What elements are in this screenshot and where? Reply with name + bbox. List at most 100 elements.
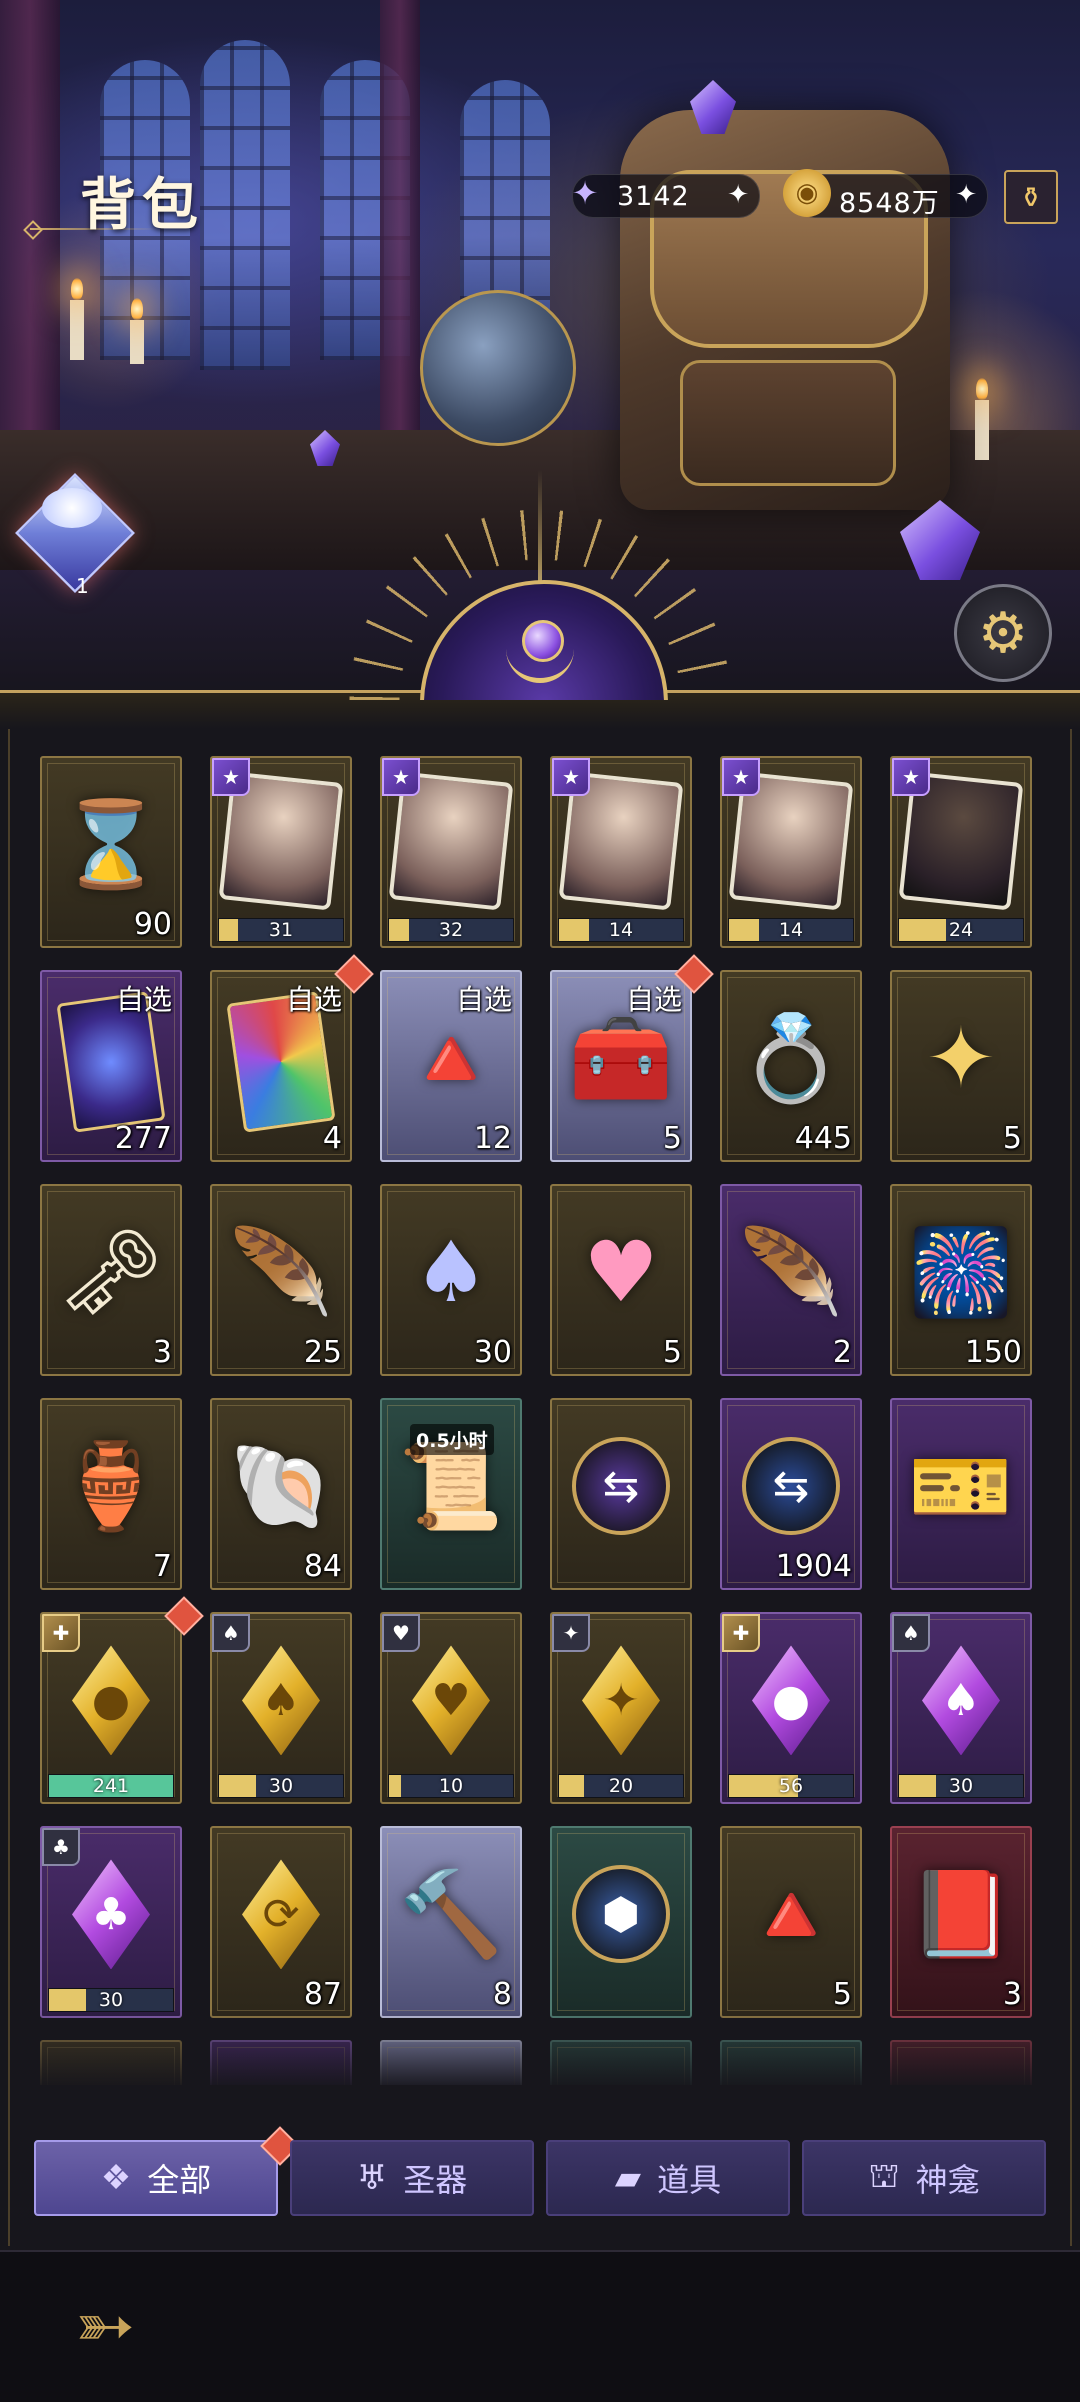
- fragment-count: 32: [438, 919, 464, 941]
- inventory-item[interactable]: ⇆: [550, 1398, 692, 1590]
- item-type-badge-icon: ★: [722, 758, 760, 796]
- inventory-item[interactable]: ★ 24: [890, 756, 1032, 948]
- item-art-icon: 🎫: [908, 1437, 1014, 1536]
- item-art-icon: ♥: [583, 1223, 659, 1322]
- inventory-item[interactable]: [720, 2040, 862, 2085]
- item-type-badge-icon: ♥: [382, 1614, 420, 1652]
- inventory-item[interactable]: [40, 2040, 182, 2085]
- tab-artifacts[interactable]: ♅ 圣器: [290, 2140, 534, 2216]
- inventory-item[interactable]: ★ 14: [550, 756, 692, 948]
- page-title: 背包: [80, 172, 204, 238]
- inventory-item[interactable]: 自选 4: [210, 970, 352, 1162]
- inventory-item[interactable]: ★ 14: [720, 756, 862, 948]
- tab-label: 神龛: [915, 2161, 980, 2199]
- item-frame: [727, 2047, 855, 2085]
- inventory-grid: ⌛ 90 ★ 31 ★ 32 ★ 14 ★ 14 ★ 24 自选 277 自选 4 🔺 自选 12 🧰 自选 5 💍 445 ✦…: [20, 740, 1060, 2085]
- item-timer: 0.5小时: [410, 1424, 494, 1455]
- inventory-item[interactable]: 🔺 自选 12: [380, 970, 522, 1162]
- inventory-item[interactable]: ● ✚ 56: [720, 1612, 862, 1804]
- item-quantity: 7: [152, 1549, 172, 1584]
- inventory-item[interactable]: 📕 3: [890, 1826, 1032, 2018]
- inventory-item[interactable]: [210, 2040, 352, 2085]
- inventory-item[interactable]: 🪶 2: [720, 1184, 862, 1376]
- inventory-item[interactable]: 🏺 7: [40, 1398, 182, 1590]
- fragment-count: 14: [778, 919, 804, 941]
- gold-currency-value: 8548万: [839, 188, 940, 219]
- item-art-icon: 🏺: [58, 1437, 164, 1536]
- medallion-icon: ⇆: [742, 1437, 840, 1536]
- inventory-item[interactable]: ★ 32: [380, 756, 522, 948]
- item-quantity: 3: [152, 1335, 172, 1370]
- inventory-item[interactable]: 🔺 5: [720, 1826, 862, 2018]
- gold-coin-icon: ◉: [783, 169, 831, 217]
- add-star-currency-icon[interactable]: ✦: [727, 180, 749, 210]
- selectable-tag: 自选: [115, 983, 172, 1016]
- item-art-icon: 💍: [738, 1009, 844, 1108]
- fragment-count: 30: [268, 1775, 294, 1797]
- add-gold-currency-icon[interactable]: ✦: [955, 180, 977, 210]
- item-quantity: 150: [964, 1335, 1022, 1370]
- inventory-item[interactable]: ♠ ♠ 30: [890, 1612, 1032, 1804]
- item-type-badge-icon: ♣: [42, 1828, 80, 1866]
- inventory-item[interactable]: 📜 0.5小时: [380, 1398, 522, 1590]
- inventory-item[interactable]: ♠ 30: [380, 1184, 522, 1376]
- candle-decoration: [70, 278, 84, 360]
- gold-bars-icon: ▰: [614, 2158, 642, 2198]
- candle-decoration: [975, 378, 989, 460]
- tab-shrine[interactable]: ⛫ 神龛: [802, 2140, 1046, 2216]
- inventory-item[interactable]: 🪶 25: [210, 1184, 352, 1376]
- backpack-illustration: [620, 110, 950, 510]
- item-frame: [387, 2047, 515, 2085]
- inventory-item[interactable]: ♣ ♣ 30: [40, 1826, 182, 2018]
- inventory-item[interactable]: ✦ ✦ 20: [550, 1612, 692, 1804]
- item-art-icon: 🗝: [57, 1223, 165, 1322]
- item-quantity: 84: [303, 1549, 342, 1584]
- inventory-item[interactable]: 🐚 84: [210, 1398, 352, 1590]
- inventory-item[interactable]: ● ✚ 241: [40, 1612, 182, 1804]
- item-art-icon: 🪶: [228, 1223, 334, 1322]
- teapot-decoration: [420, 290, 576, 446]
- item-frame: [47, 2047, 175, 2085]
- tab-items[interactable]: ▰ 道具: [546, 2140, 790, 2216]
- fragment-count: 20: [608, 1775, 634, 1797]
- item-quantity: 87: [303, 1977, 342, 2012]
- inventory-item[interactable]: [380, 2040, 522, 2085]
- inventory-item[interactable]: [550, 2040, 692, 2085]
- item-quantity: 5: [1002, 1121, 1022, 1156]
- inventory-item[interactable]: ♥ 5: [550, 1184, 692, 1376]
- inventory-item[interactable]: 🔨 8: [380, 1826, 522, 2018]
- shrine-icon: ⛫: [868, 2155, 900, 2196]
- inventory-item[interactable]: 🎆 150: [890, 1184, 1032, 1376]
- gold-currency-display[interactable]: ◉ 8548万 ✦: [783, 169, 988, 219]
- fragment-progress-bar: 56: [728, 1774, 854, 1798]
- selectable-tag: 自选: [455, 983, 512, 1016]
- inventory-item[interactable]: 🧰 自选 5: [550, 970, 692, 1162]
- inventory-item[interactable]: ♥ ♥ 10: [380, 1612, 522, 1804]
- inventory-item[interactable]: ✦ 5: [890, 970, 1032, 1162]
- inventory-item[interactable]: ⬢: [550, 1826, 692, 2018]
- item-quantity: 5: [662, 1121, 682, 1156]
- inventory-item[interactable]: 自选 277: [40, 970, 182, 1162]
- inventory-item[interactable]: 💍 445: [720, 970, 862, 1162]
- item-quantity: 1904: [775, 1549, 852, 1584]
- fragment-count: 56: [778, 1775, 804, 1797]
- inventory-item[interactable]: [890, 2040, 1032, 2085]
- tab-all[interactable]: ❖ 全部: [34, 2140, 278, 2216]
- item-art-icon: ⌛: [58, 795, 164, 894]
- potion-shop-button[interactable]: ⚱: [1004, 170, 1058, 224]
- inventory-item[interactable]: ⟳ 87: [210, 1826, 352, 2018]
- inventory-item[interactable]: ⌛ 90: [40, 756, 182, 948]
- item-quantity: 5: [832, 1977, 852, 2012]
- inventory-item[interactable]: ★ 31: [210, 756, 352, 948]
- inventory-item[interactable]: ♠ ♠ 30: [210, 1612, 352, 1804]
- inventory-item[interactable]: ⇆ 1904: [720, 1398, 862, 1590]
- star-currency-display[interactable]: ✦ 3142 ✦: [572, 174, 760, 218]
- inventory-item[interactable]: 🎫: [890, 1398, 1032, 1590]
- gift-bow-decoration: [42, 488, 102, 528]
- star-currency-value: 3142: [617, 181, 690, 212]
- inventory-item[interactable]: 🗝 3: [40, 1184, 182, 1376]
- gift-box-button[interactable]: 1: [12, 470, 135, 598]
- settings-gear-icon[interactable]: ⚙: [954, 584, 1052, 682]
- back-arrow-icon[interactable]: ➳: [50, 2270, 160, 2380]
- item-art-icon: 🐚: [228, 1437, 334, 1536]
